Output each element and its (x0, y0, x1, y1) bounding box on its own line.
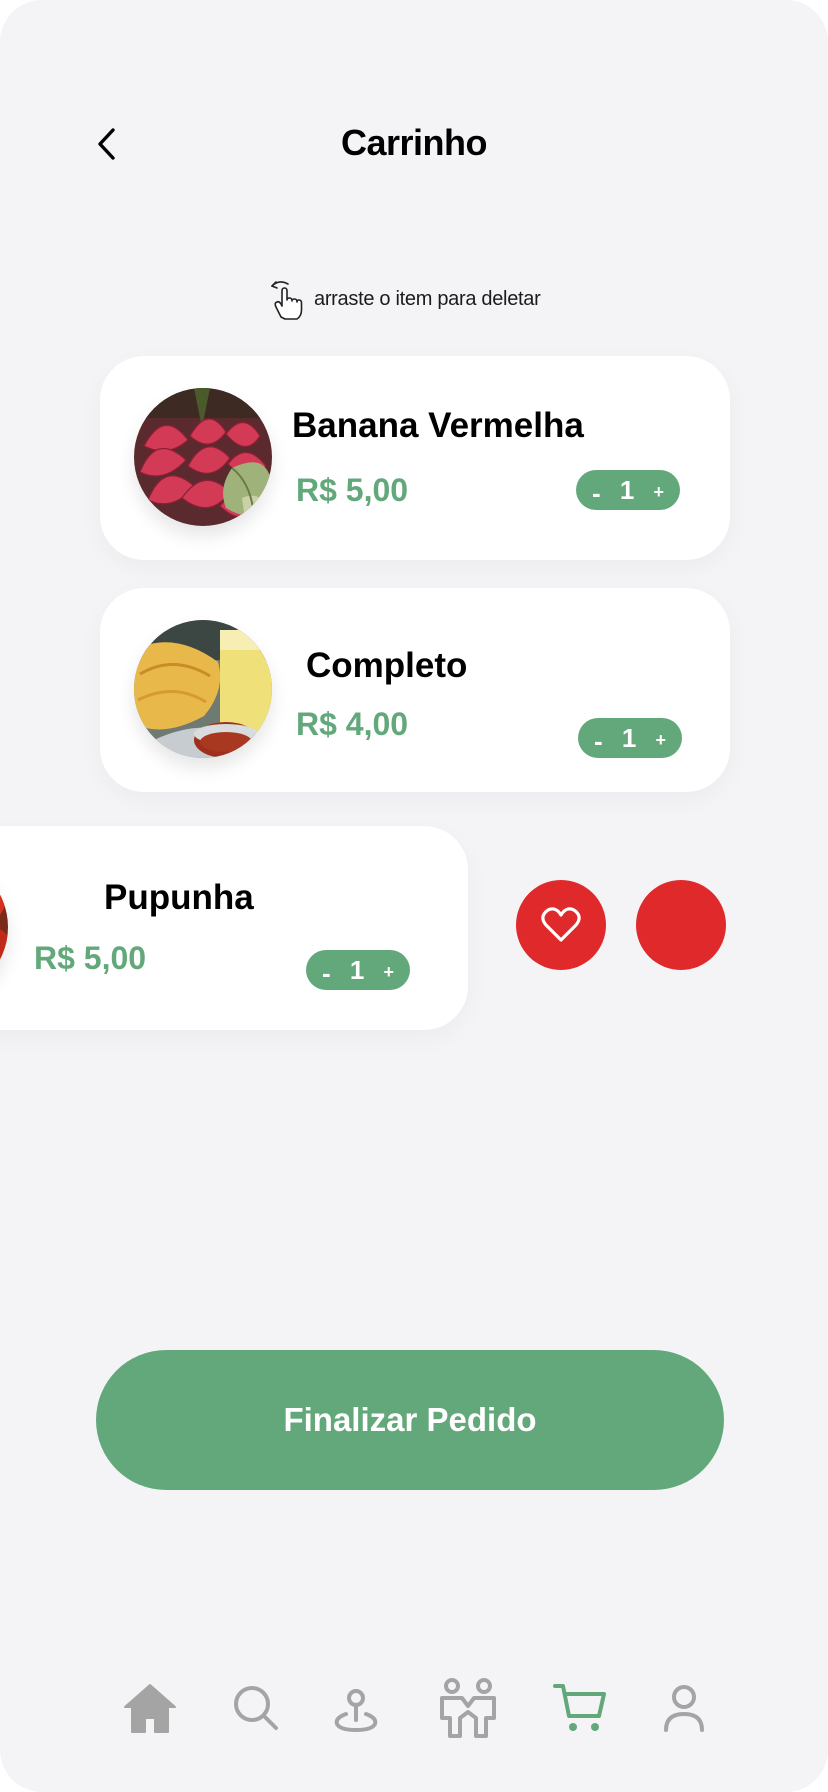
product-price: R$ 5,00 (296, 472, 409, 508)
cart-icon (553, 1684, 606, 1731)
nav-people[interactable] (436, 1676, 500, 1740)
increase-quantity-button[interactable]: + (383, 963, 394, 981)
quantity-value: 1 (619, 474, 635, 505)
product-name: Banana Vermelha (292, 406, 584, 445)
location-pin-icon (334, 1689, 378, 1732)
quantity-stepper: - 1 + (576, 470, 680, 510)
quantity-stepper: - 1 + (578, 718, 682, 758)
decrease-quantity-button[interactable]: - (322, 960, 331, 986)
heart-icon (541, 907, 581, 942)
product-image (134, 620, 272, 758)
nav-search[interactable] (224, 1676, 288, 1740)
increase-quantity-button[interactable]: + (653, 483, 664, 501)
cart-screen: Carrinho arraste o item para deletar Ban… (0, 0, 828, 1792)
increase-quantity-button[interactable]: + (655, 731, 666, 749)
product-price: R$ 5,00 (34, 940, 147, 976)
decrease-quantity-button[interactable]: - (592, 480, 601, 506)
hint-text: arraste o item para deletar (314, 287, 541, 310)
product-name: Completo (306, 646, 468, 685)
product-name: Pupunha (104, 878, 254, 917)
favorite-button[interactable] (516, 880, 606, 970)
nav-home[interactable] (118, 1676, 182, 1740)
page-title: Carrinho (340, 122, 488, 163)
delete-button[interactable] (636, 880, 726, 970)
cart-item-card-swiped[interactable]: Pupunha R$ 5,00 - 1 + (0, 826, 468, 1030)
cart-item-card[interactable]: Completo R$ 4,00 - 1 + (100, 588, 730, 792)
product-image (134, 388, 272, 526)
nav-location[interactable] (324, 1676, 388, 1740)
cart-item-card[interactable]: Banana Vermelha R$ 5,00 - 1 + (100, 356, 730, 560)
quantity-value: 1 (621, 722, 637, 753)
nav-cart[interactable] (548, 1676, 612, 1740)
people-icon (440, 1678, 496, 1738)
checkout-label: Finalizar Pedido (283, 1401, 537, 1438)
decrease-quantity-button[interactable]: - (594, 728, 603, 754)
product-image (0, 858, 8, 996)
quantity-value: 1 (349, 954, 365, 985)
user-icon (664, 1685, 704, 1732)
search-icon (234, 1686, 278, 1730)
product-price: R$ 4,00 (296, 706, 409, 742)
swipe-hand-icon (271, 281, 303, 320)
quantity-stepper: - 1 + (306, 950, 410, 990)
swipe-hint: arraste o item para deletar (266, 276, 541, 322)
checkout-button[interactable]: Finalizar Pedido (96, 1350, 724, 1490)
nav-profile[interactable] (652, 1676, 716, 1740)
home-icon (124, 1684, 176, 1733)
